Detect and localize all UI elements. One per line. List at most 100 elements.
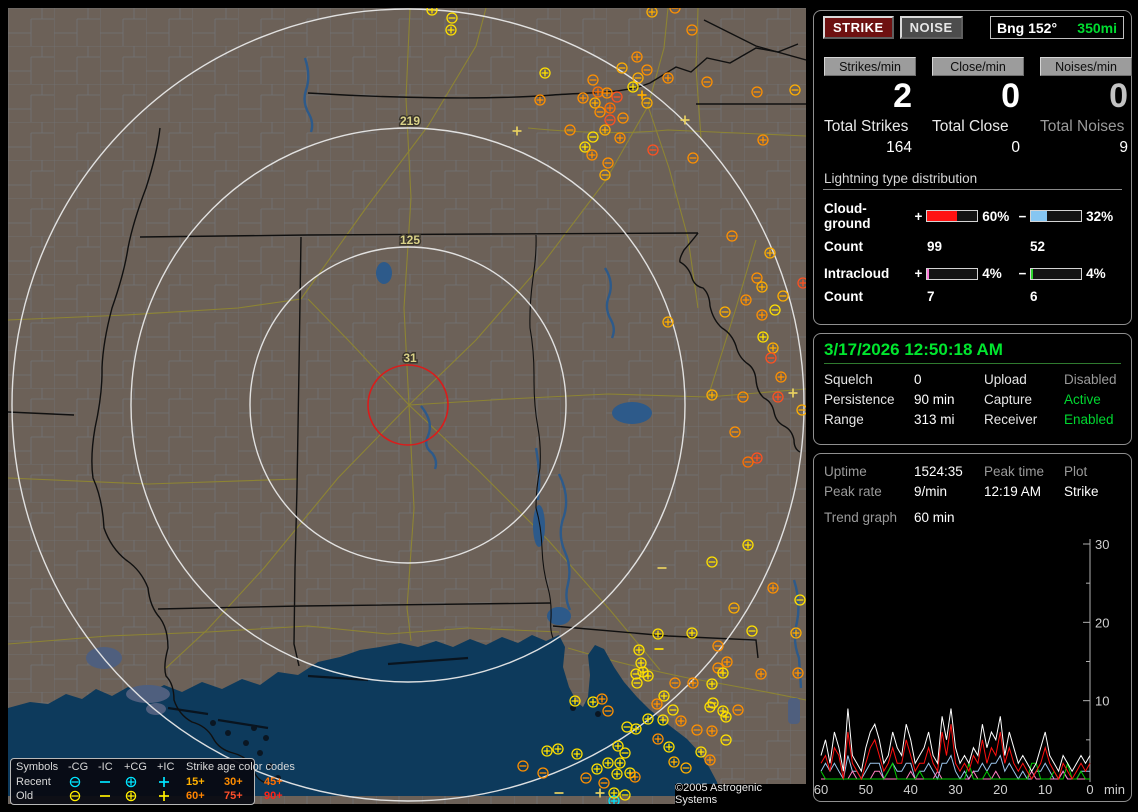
peak-rate-value: 9/min	[914, 484, 948, 499]
cg-pos-bar-track	[925, 210, 979, 222]
ic-neg-count: 6	[1030, 289, 1038, 304]
upload-label: Upload	[984, 372, 1027, 387]
noise-mode-button[interactable]: NOISE	[899, 16, 963, 39]
legend-age-75+: 75+	[224, 790, 243, 802]
cg-neg-pct: 32%	[1086, 208, 1114, 224]
cloud-ground-label: Cloud-ground	[824, 201, 871, 231]
cloud-ground-row: Cloud-ground + 60% − 32%	[824, 201, 1121, 231]
trend-xtick-0: 0	[1086, 782, 1093, 797]
legend-symbol-cp	[124, 775, 157, 790]
app-window: { "toolbar": { "strike_label": "STRIKE",…	[0, 0, 1138, 812]
total-strikes-value: 164	[886, 139, 912, 156]
trend-graph-label: Trend graph	[824, 510, 898, 525]
total-close-label: Total Close	[932, 118, 1009, 135]
legend-header-row: Symbols -CG -IC +CG +IC Strike age color…	[16, 760, 295, 775]
cg-neg-bar-fill	[1030, 211, 1047, 221]
range-ring-label-125: 125	[400, 233, 420, 247]
receiver-label: Receiver	[984, 412, 1038, 427]
cloud-ground-count-row: Count 99 52	[824, 239, 1121, 255]
map-canvas[interactable]: 31 125 219 313	[8, 8, 806, 804]
legend-header-ages: Strike age color codes	[186, 761, 295, 773]
receiver-status: Enabled	[1064, 412, 1114, 427]
persistence-value: 90 min	[914, 392, 955, 407]
total-noises-label: Total Noises	[1040, 118, 1125, 135]
cg-pos-pct: 60%	[982, 208, 1010, 224]
close-per-min-chip[interactable]: Close/min	[932, 57, 1024, 76]
legend-header-neg-ic: -IC	[98, 761, 113, 773]
trend-series-cg−	[820, 754, 1090, 781]
legend-header-pos-cg: +CG	[124, 761, 147, 773]
uptime-label: Uptime	[824, 464, 867, 479]
upload-status: Disabled	[1064, 372, 1117, 387]
intracloud-count-row: Count 7 6	[824, 289, 1121, 305]
ic-pos-bar-fill	[926, 268, 929, 279]
counters-panel: STRIKE NOISE Bng 152° 350mi Strikes/min …	[813, 10, 1132, 325]
range-ring-label-31: 31	[403, 351, 417, 365]
legend-age-15+: 15+	[186, 775, 205, 788]
range-ring-label-219: 219	[400, 114, 420, 128]
trend-series-cg+	[820, 724, 1091, 781]
total-noises-value: 9	[1119, 139, 1128, 156]
trend-xtick-40: 40	[903, 782, 917, 797]
map-symbol-legend: Symbols -CG -IC +CG +IC Strike age color…	[10, 758, 295, 805]
trend-xtick-20: 20	[993, 782, 1007, 797]
ic-pos-pct: 4%	[982, 266, 1002, 281]
peak-time-header: Peak time	[984, 464, 1045, 479]
legend-symbol-cp	[124, 789, 157, 804]
intracloud-label: Intracloud	[824, 266, 890, 281]
trend-xtick-30: 30	[948, 782, 962, 797]
count-label: Count	[824, 239, 863, 254]
ic-neg-pct: 4%	[1086, 266, 1106, 281]
bearing-range-readout: Bng 152° 350mi	[990, 16, 1124, 39]
distribution-title: Lightning type distribution	[823, 171, 1122, 190]
trend-series-totalstrikes	[820, 708, 1091, 773]
legend-symbol-p	[157, 775, 186, 790]
cg-neg-bar-track	[1029, 210, 1083, 222]
capture-status: Active	[1064, 392, 1101, 407]
legend-row-label: Old	[16, 790, 34, 802]
plot-mode-value: Strike	[1064, 484, 1099, 499]
peak-time-value: 12:19 AM	[984, 484, 1042, 499]
cg-neg-count: 52	[1030, 239, 1046, 254]
status-panel: 3/17/2026 12:50:18 AM Squelch 0 Upload D…	[813, 333, 1132, 445]
session-panel: Uptime 1524:35 Peak time Plot Peak rate …	[813, 453, 1132, 802]
strike-map[interactable]: 31 125 219 313 Symbols -CG -IC +CG +IC Stri…	[8, 8, 806, 806]
range-value: 350mi	[1077, 19, 1117, 36]
legend-row-recent: Recent 15+ 30+ 45+	[16, 775, 283, 790]
legend-header-symbols: Symbols	[16, 761, 59, 773]
legend-age-30+: 30+	[224, 775, 243, 788]
range-value: 313 mi	[914, 412, 955, 427]
trend-xtick-50: 50	[859, 782, 873, 797]
plot-header: Plot	[1064, 464, 1088, 479]
trend-ytick-20: 20	[1095, 615, 1109, 630]
legend-symbol-cm	[68, 789, 98, 804]
cg-pos-count: 99	[927, 239, 943, 254]
strikes-per-min-chip[interactable]: Strikes/min	[824, 57, 916, 76]
squelch-value: 0	[914, 372, 922, 387]
squelch-label: Squelch	[824, 372, 873, 387]
trend-xtick-10: 10	[1038, 782, 1052, 797]
trend-ytick-30: 30	[1095, 537, 1109, 552]
ic-neg-bar-fill	[1030, 268, 1033, 279]
legend-row-label: Recent	[16, 775, 51, 788]
range-label: Range	[824, 412, 864, 427]
intracloud-row: Intracloud + 4% − 4%	[824, 266, 1121, 281]
ic-pos-bar-track	[925, 267, 979, 280]
plus-sign: +	[914, 266, 923, 281]
capture-label: Capture	[984, 392, 1033, 407]
legend-header-pos-ic: +IC	[157, 761, 175, 773]
strike-mode-button[interactable]: STRIKE	[823, 16, 894, 39]
legend-symbol-p	[157, 789, 186, 804]
peak-rate-label: Peak rate	[824, 484, 882, 499]
range-ring-label-313: 313	[400, 8, 420, 9]
legend-symbol-cm	[68, 775, 98, 790]
copyright-strip: ©2005 Astrogenic Systems	[675, 782, 806, 806]
legend-age-90+: 90+	[264, 790, 283, 802]
legend-symbol-m	[98, 775, 124, 790]
ic-pos-count: 7	[927, 289, 935, 304]
total-strikes-label: Total Strikes	[824, 118, 909, 135]
total-close-value: 0	[1011, 139, 1020, 156]
legend-row-old: Old 60+ 75+ 90+	[16, 789, 283, 804]
ic-neg-bar-track	[1029, 267, 1083, 280]
noises-per-min-chip[interactable]: Noises/min	[1040, 57, 1132, 76]
